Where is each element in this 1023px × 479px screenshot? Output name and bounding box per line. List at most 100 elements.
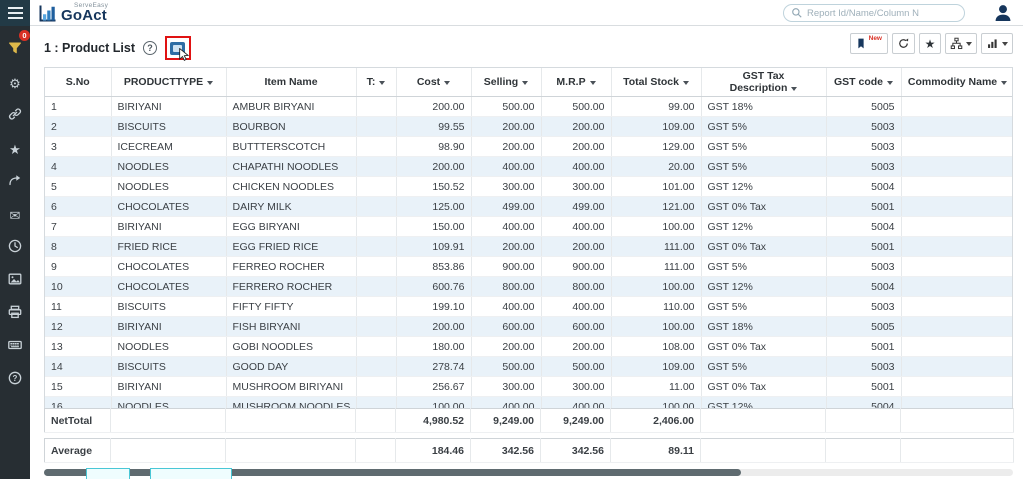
table-row[interactable]: 2BISCUITSBOURBON99.55200.00200.00109.00G… <box>45 117 1013 137</box>
cell-cost: 180.00 <box>396 337 471 357</box>
table-row[interactable]: 7BIRIYANIEGG BIRYANI150.00400.00400.0010… <box>45 217 1013 237</box>
filter-icon <box>7 40 23 61</box>
cell-producttype: NOODLES <box>111 157 226 177</box>
summary-total_stock: 2,406.00 <box>611 409 701 433</box>
sidebar-item-forward[interactable] <box>0 166 30 199</box>
cell-gst_tax: GST 0% Tax <box>701 237 826 257</box>
column-header-cost[interactable]: Cost <box>396 68 471 97</box>
table-row[interactable]: 16NOODLESMUSHROOM NOODLES100.00400.00400… <box>45 397 1013 408</box>
cell-selling: 499.00 <box>471 197 541 217</box>
column-header-gst_code[interactable]: GST code <box>826 68 901 97</box>
new-label: New <box>869 35 882 42</box>
cell-producttype: BIRIYANI <box>111 377 226 397</box>
table-row[interactable]: 11BISCUITSFIFTY FIFTY199.10400.00400.001… <box>45 297 1013 317</box>
sidebar-item-link[interactable] <box>0 100 30 133</box>
sidebar-item-keyboard[interactable] <box>0 331 30 364</box>
sidebar-item-mail[interactable]: ✉ <box>0 199 30 232</box>
cell-selling: 200.00 <box>471 337 541 357</box>
cell-selling: 200.00 <box>471 237 541 257</box>
new-report-button[interactable]: New <box>850 33 888 54</box>
column-header-selling[interactable]: Selling <box>471 68 541 97</box>
cell-t <box>356 377 396 397</box>
table-row[interactable]: 14BISCUITSGOOD DAY278.74500.00500.00109.… <box>45 357 1013 377</box>
table-header-row: S.NoPRODUCTTYPEItem NameT:CostSellingM.R… <box>45 68 1013 97</box>
cell-gst_code: 5003 <box>826 297 901 317</box>
cell-commodity <box>901 217 1013 237</box>
table-row[interactable]: 15BIRIYANIMUSHROOM BIRIYANI256.67300.003… <box>45 377 1013 397</box>
refresh-icon <box>897 37 910 50</box>
column-header-sno[interactable]: S.No <box>45 68 111 97</box>
table-row[interactable]: 8FRIED RICEEGG FRIED RICE109.91200.00200… <box>45 237 1013 257</box>
cell-sno: 13 <box>45 337 111 357</box>
cell-cost: 109.91 <box>396 237 471 257</box>
cell-total_stock: 20.00 <box>611 157 701 177</box>
cell-mrp: 300.00 <box>541 377 611 397</box>
column-header-gst_tax[interactable]: GST TaxDescription <box>701 68 826 97</box>
cell-producttype: ICECREAM <box>111 137 226 157</box>
cell-gst_code: 5003 <box>826 257 901 277</box>
column-header-producttype[interactable]: PRODUCTTYPE <box>111 68 226 97</box>
table-row[interactable]: 5NOODLESCHICKEN NOODLES150.52300.00300.0… <box>45 177 1013 197</box>
help-icon[interactable]: ? <box>143 41 157 55</box>
cell-commodity <box>901 397 1013 408</box>
image-icon <box>7 271 23 292</box>
table-row[interactable]: 13NOODLESGOBI NOODLES180.00200.00200.001… <box>45 337 1013 357</box>
table-row[interactable]: 9CHOCOLATESFERREO ROCHER853.86900.00900.… <box>45 257 1013 277</box>
sidebar-item-help[interactable]: ? <box>0 364 30 397</box>
refresh-button[interactable] <box>892 33 915 54</box>
table-row[interactable]: 1BIRIYANIAMBUR BIRYANI200.00500.00500.00… <box>45 97 1013 117</box>
cell-cost: 125.00 <box>396 197 471 217</box>
cell-gst_tax: GST 5% <box>701 157 826 177</box>
hierarchy-menu-button[interactable] <box>945 33 977 54</box>
cell-mrp: 800.00 <box>541 277 611 297</box>
sidebar-item-printer[interactable] <box>0 298 30 331</box>
table-row[interactable]: 4NOODLESCHAPATHI NOODLES200.00400.00400.… <box>45 157 1013 177</box>
user-button[interactable] <box>992 2 1014 24</box>
search-icon <box>791 7 803 19</box>
sort-caret-icon <box>1001 81 1007 85</box>
horizontal-scrollbar-thumb[interactable] <box>44 469 741 476</box>
favorite-button[interactable]: ★ <box>919 33 941 54</box>
table-row[interactable]: 6CHOCOLATESDAIRY MILK125.00499.00499.001… <box>45 197 1013 217</box>
clipped-element <box>150 468 232 479</box>
column-header-item_name[interactable]: Item Name <box>226 68 356 97</box>
summary-mrp: 342.56 <box>541 439 611 463</box>
sidebar-item-clock[interactable] <box>0 232 30 265</box>
cell-item_name: FERREO ROCHER <box>226 257 356 277</box>
chart-menu-button[interactable] <box>981 33 1013 54</box>
cell-commodity <box>901 117 1013 137</box>
cell-total_stock: 108.00 <box>611 337 701 357</box>
hamburger-menu-icon[interactable] <box>0 0 30 26</box>
table-row[interactable]: 3ICECREAMBUTTTERSCOTCH98.90200.00200.001… <box>45 137 1013 157</box>
sidebar-item-gear[interactable]: ⚙ <box>0 67 30 100</box>
cell-selling: 200.00 <box>471 137 541 157</box>
summary-cost: 4,980.52 <box>396 409 471 433</box>
cell-commodity <box>901 277 1013 297</box>
column-header-t[interactable]: T: <box>356 68 396 97</box>
cell-sno: 3 <box>45 137 111 157</box>
cell-gst_code: 5005 <box>826 317 901 337</box>
sidebar-item-star[interactable]: ★ <box>0 133 30 166</box>
column-header-mrp[interactable]: M.R.P <box>541 68 611 97</box>
cell-gst_code: 5003 <box>826 157 901 177</box>
cell-gst_tax: GST 0% Tax <box>701 337 826 357</box>
sidebar-item-image[interactable] <box>0 265 30 298</box>
table-row[interactable]: 12BIRIYANIFISH BIRYANI200.00600.00600.00… <box>45 317 1013 337</box>
cell-commodity <box>901 197 1013 217</box>
table-scroll-area[interactable]: S.NoPRODUCTTYPEItem NameT:CostSellingM.R… <box>44 67 1013 408</box>
column-header-commodity[interactable]: Commodity Name <box>901 68 1013 97</box>
cell-cost: 853.86 <box>396 257 471 277</box>
keyboard-icon <box>7 337 23 358</box>
cell-selling: 300.00 <box>471 377 541 397</box>
cell-gst_code: 5001 <box>826 237 901 257</box>
svg-text:?: ? <box>13 374 18 383</box>
cell-gst_code: 5005 <box>826 97 901 117</box>
cell-mrp: 600.00 <box>541 317 611 337</box>
search-input[interactable] <box>807 8 957 19</box>
cell-total_stock: 109.00 <box>611 357 701 377</box>
cell-gst_code: 5001 <box>826 377 901 397</box>
table-row[interactable]: 10CHOCOLATESFERRERO ROCHER600.76800.0080… <box>45 277 1013 297</box>
sort-caret-icon <box>379 81 385 85</box>
column-header-total_stock[interactable]: Total Stock <box>611 68 701 97</box>
cell-sno: 12 <box>45 317 111 337</box>
